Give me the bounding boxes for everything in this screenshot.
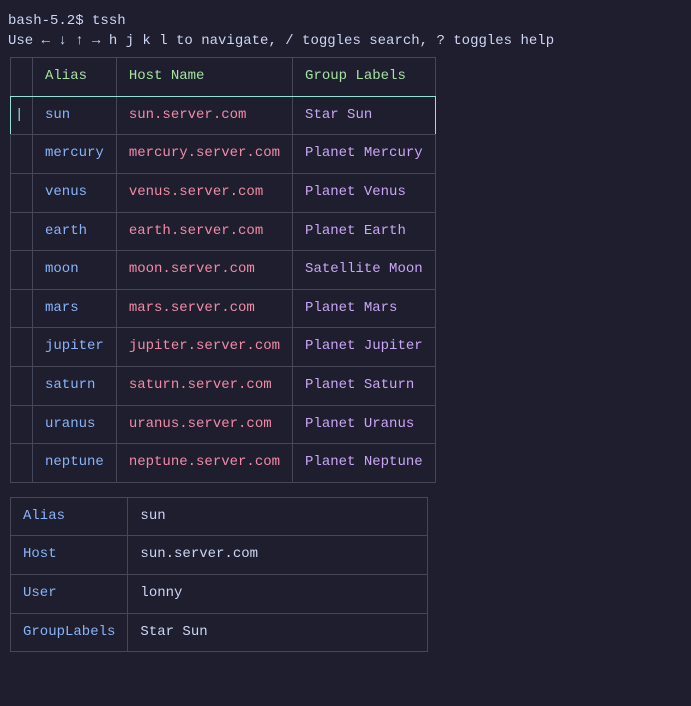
row-selector[interactable]: | <box>11 96 33 135</box>
row-labels: Planet Mercury <box>293 135 436 174</box>
table-row[interactable]: earthearth.server.comPlanet Earth <box>11 212 436 251</box>
table-row[interactable]: mercurymercury.server.comPlanet Mercury <box>11 135 436 174</box>
row-hostname: saturn.server.com <box>116 366 292 405</box>
header-select <box>11 58 33 97</box>
row-selector[interactable] <box>11 251 33 290</box>
row-selector[interactable] <box>11 405 33 444</box>
shell-prompt: bash-5.2$ <box>8 13 92 29</box>
row-alias: uranus <box>33 405 117 444</box>
detail-key: User <box>11 574 128 613</box>
row-alias: jupiter <box>33 328 117 367</box>
row-hostname: uranus.server.com <box>116 405 292 444</box>
table-row[interactable]: venusvenus.server.comPlanet Venus <box>11 173 436 212</box>
row-hostname: venus.server.com <box>116 173 292 212</box>
detail-row: GroupLabelsStar Sun <box>11 613 428 652</box>
row-alias: venus <box>33 173 117 212</box>
row-selector[interactable] <box>11 289 33 328</box>
detail-row: Hostsun.server.com <box>11 536 428 575</box>
table-row[interactable]: saturnsaturn.server.comPlanet Saturn <box>11 366 436 405</box>
row-selector[interactable] <box>11 366 33 405</box>
row-labels: Planet Jupiter <box>293 328 436 367</box>
row-alias: moon <box>33 251 117 290</box>
detail-key: Alias <box>11 497 128 536</box>
row-alias: neptune <box>33 444 117 483</box>
table-row[interactable]: marsmars.server.comPlanet Mars <box>11 289 436 328</box>
table-row[interactable]: neptuneneptune.server.comPlanet Neptune <box>11 444 436 483</box>
row-hostname: jupiter.server.com <box>116 328 292 367</box>
hosts-header-row: Alias Host Name Group Labels <box>11 58 436 97</box>
detail-value: lonny <box>128 574 428 613</box>
row-alias: sun <box>33 96 117 135</box>
detail-value: Star Sun <box>128 613 428 652</box>
detail-key: Host <box>11 536 128 575</box>
command: tssh <box>92 13 126 29</box>
row-alias: saturn <box>33 366 117 405</box>
row-labels: Planet Uranus <box>293 405 436 444</box>
row-hostname: sun.server.com <box>116 96 292 135</box>
row-hostname: mercury.server.com <box>116 135 292 174</box>
row-labels: Planet Mars <box>293 289 436 328</box>
row-labels: Planet Neptune <box>293 444 436 483</box>
header-labels: Group Labels <box>293 58 436 97</box>
help-line: Use ← ↓ ↑ → h j k l to navigate, / toggl… <box>8 32 683 52</box>
row-alias: earth <box>33 212 117 251</box>
row-labels: Planet Earth <box>293 212 436 251</box>
table-row[interactable]: jupiterjupiter.server.comPlanet Jupiter <box>11 328 436 367</box>
detail-value: sun.server.com <box>128 536 428 575</box>
detail-value: sun <box>128 497 428 536</box>
header-alias: Alias <box>33 58 117 97</box>
detail-key: GroupLabels <box>11 613 128 652</box>
row-labels: Satellite Moon <box>293 251 436 290</box>
detail-row: Aliassun <box>11 497 428 536</box>
row-hostname: mars.server.com <box>116 289 292 328</box>
row-labels: Planet Saturn <box>293 366 436 405</box>
row-selector[interactable] <box>11 212 33 251</box>
row-selector[interactable] <box>11 135 33 174</box>
detail-row: Userlonny <box>11 574 428 613</box>
detail-table: AliassunHostsun.server.comUserlonnyGroup… <box>10 497 428 652</box>
row-labels: Star Sun <box>293 96 436 135</box>
row-hostname: earth.server.com <box>116 212 292 251</box>
hosts-table[interactable]: Alias Host Name Group Labels |sunsun.ser… <box>10 57 436 483</box>
row-selector[interactable] <box>11 444 33 483</box>
table-row[interactable]: |sunsun.server.comStar Sun <box>11 96 436 135</box>
row-alias: mercury <box>33 135 117 174</box>
row-selector[interactable] <box>11 173 33 212</box>
prompt-line: bash-5.2$ tssh <box>8 12 683 32</box>
row-labels: Planet Venus <box>293 173 436 212</box>
header-host: Host Name <box>116 58 292 97</box>
row-hostname: neptune.server.com <box>116 444 292 483</box>
table-row[interactable]: moonmoon.server.comSatellite Moon <box>11 251 436 290</box>
table-row[interactable]: uranusuranus.server.comPlanet Uranus <box>11 405 436 444</box>
row-hostname: moon.server.com <box>116 251 292 290</box>
row-selector[interactable] <box>11 328 33 367</box>
row-alias: mars <box>33 289 117 328</box>
